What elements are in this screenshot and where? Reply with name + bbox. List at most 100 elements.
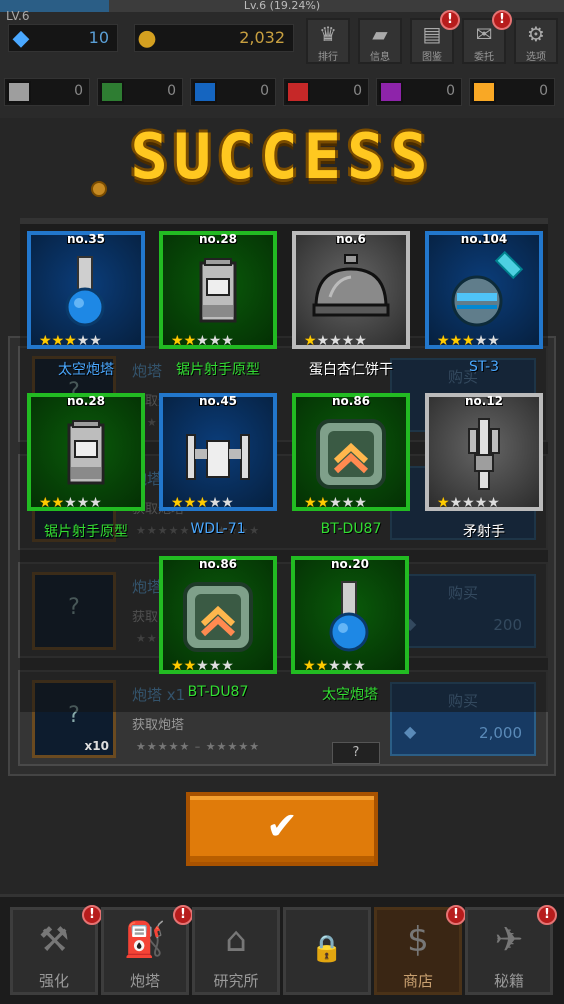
reward-card-name: WDL-71 [190,521,246,537]
part-counter: 0 [469,78,555,106]
gem-value: 10 [88,28,109,47]
star-filled-icon: ★ [51,495,65,511]
reward-card-number: no.86 [331,394,371,408]
star-rating: ★★★★★ [171,333,271,349]
reward-card-number: no.12 [464,394,504,408]
nav-label: 炮塔 [129,972,160,990]
player-level: LV.6 [6,9,30,23]
reward-card-number: no.35 [66,232,106,246]
menu-button-label: 委托 [474,52,494,63]
star-empty-icon: ★ [221,333,234,349]
confirm-button[interactable]: ✔ [186,792,378,866]
star-empty-icon: ★ [487,495,500,511]
success-title: SUCCESS [130,120,434,193]
star-filled-icon: ★ [304,495,317,511]
alert-badge: ! [537,905,557,925]
reward-card-name: 蛋白杏仁饼干 [309,362,393,378]
reward-card: no.86 ★★★★★ [159,556,277,674]
part-icon [193,81,217,103]
star-empty-icon: ★ [329,495,342,511]
reward-card: no.45 ★★★★★ [159,393,277,511]
reward-card-bg: no.86 ★★★★★ [163,557,273,674]
nav-label: 商店 [402,972,433,990]
coin-icon [91,181,107,197]
star-empty-icon: ★ [208,658,222,674]
part-counter: 0 [97,78,183,106]
satellite-icon [439,249,529,335]
star-rating: ★★★★★ [39,333,139,349]
alert-badge: ! [492,10,512,30]
reward-card-bg: no.20 ★★★★★ [295,557,405,674]
menu-button-label: 信息 [370,52,390,63]
reward-card-name: BT-DU87 [187,684,249,700]
coin-value: 2,032 [239,28,285,47]
star-filled-icon: ★ [183,333,197,349]
ship-icon [173,411,263,497]
star-rating: ★★★★★ [304,495,404,511]
star-empty-icon: ★ [474,333,488,349]
reward-card-name: 太空炮塔 [322,687,378,703]
tablet-icon: ▰ [372,22,388,46]
nav-lock[interactable]: 🔒 [283,907,371,995]
part-value: 0 [539,83,548,99]
star-filled-icon: ★ [183,495,197,511]
top-hud: Lv.6 (19.24%) LV.6 ◆ 10 ● 2,032 ♛ 排行 ▰ 信息 ▤ 图… [0,0,564,118]
star-filled-icon: ★ [462,333,475,349]
gem-counter: ◆ 10 [8,24,118,52]
nav-lab[interactable]: ⌂ 研究所 [192,907,280,995]
help-button[interactable]: ? [332,742,380,764]
reward-card-bg: no.6 ★★★★★ [296,232,406,349]
star-filled-icon: ★ [171,333,184,349]
star-empty-icon: ★ [328,658,341,674]
reward-card-bg: no.28 ★★★★★ [163,232,273,349]
reward-card-name: ST-3 [468,359,500,375]
menu-button-label: 排行 [318,52,338,63]
part-counter: 0 [376,78,462,106]
reward-card-name: 矛射手 [463,524,505,540]
map-icon: ✈ [494,920,524,960]
star-empty-icon: ★ [89,333,102,349]
reward-card: no.20 ★★★★★ [291,556,409,674]
star-empty-icon: ★ [196,658,209,674]
diamond-icon: ◆ [404,722,417,741]
star-empty-icon: ★ [354,495,367,511]
coin-counter: ● 2,032 [134,24,294,52]
level-progress-text: Lv.6 (19.24%) [243,0,321,12]
star-empty-icon: ★ [354,333,367,349]
reward-card-bg: no.28 ★★★★★ [31,394,141,511]
menu-button-label: 选项 [526,52,546,63]
part-value: 0 [260,83,269,99]
menu-button-trophy[interactable]: ♛ 排行 [306,18,350,64]
alert-badge: ! [173,905,193,925]
reward-card-number: no.28 [66,394,106,408]
star-empty-icon: ★ [196,333,209,349]
star-empty-icon: ★ [462,495,475,511]
nav-label: 强化 [38,972,69,990]
star-empty-icon: ★ [353,658,366,674]
star-filled-icon: ★ [39,495,52,511]
star-empty-icon: ★ [449,495,463,511]
star-filled-icon: ★ [449,333,463,349]
star-rating: ★★★★★ [171,495,271,511]
menu-button-label: 图鉴 [422,52,442,63]
reward-card-name: 锯片射手原型 [44,524,128,540]
reward-card-number: no.20 [330,557,370,571]
wrench-icon: ⚒ [38,920,70,960]
part-icon [100,81,124,103]
menu-button-gear[interactable]: ⚙ 选项 [514,18,558,64]
lock-icon: 🔒 [310,934,344,964]
reward-card: no.28 ★★★★★ [27,393,145,511]
dome-icon [306,249,396,335]
coin-icon: ● [137,26,157,51]
reward-card-number: no.6 [336,232,366,246]
menu-button-tablet[interactable]: ▰ 信息 [358,18,402,64]
star-filled-icon: ★ [64,333,77,349]
reward-card: no.6 ★★★★★ [292,231,410,349]
star-empty-icon: ★ [76,495,90,511]
reward-card-number: no.86 [198,557,238,571]
reward-card-bg: no.35 ★★★★★ [31,232,141,349]
reward-card-name: BT-DU87 [320,521,382,537]
part-value: 0 [74,83,83,99]
turret-icon [305,574,395,660]
alert-badge: ! [82,905,102,925]
